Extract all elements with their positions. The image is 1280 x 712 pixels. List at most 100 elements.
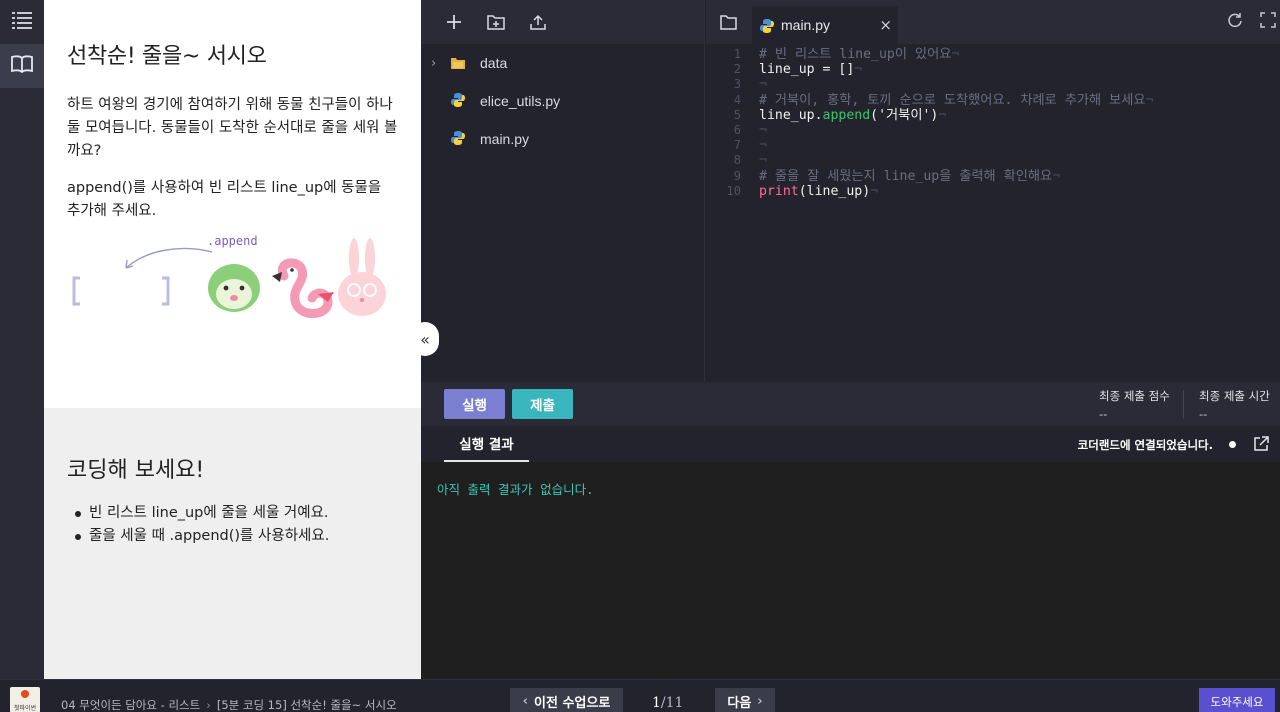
output-text: 아직 출력 결과가 없습니다. [437, 482, 594, 497]
list-icon [12, 11, 32, 33]
line-number: 3 [733, 77, 741, 92]
close-icon[interactable]: × [879, 16, 892, 34]
chevron-right-icon: › [206, 698, 211, 712]
course-logo: 첫파이썬 [10, 687, 40, 712]
file-item-data[interactable]: › data [421, 44, 705, 82]
next-button[interactable]: 다음 › [715, 688, 775, 712]
eol-marker: ¬ [951, 47, 960, 62]
tab-run-result[interactable]: 실행 결과 [444, 426, 529, 462]
outline-button[interactable] [0, 0, 44, 44]
file-explorer: › data elice_utils.py main.py [421, 0, 705, 382]
new-folder-button[interactable] [485, 11, 507, 33]
line-number: 1 [733, 47, 741, 61]
code-line: 3 ¬ [706, 77, 1280, 92]
line-number: 5 [733, 107, 741, 122]
double-chevron-left-icon: « [420, 329, 430, 349]
chevron-right-icon: › [757, 694, 763, 709]
editor-tabbar: main.py × [706, 0, 1280, 44]
last-time-label: 최종 제출 시간 [1199, 389, 1270, 403]
folder-outline-icon [719, 14, 737, 30]
code-text: line_up. [759, 107, 823, 123]
logo-mark-icon [21, 690, 29, 698]
line-number: 2 [733, 62, 741, 77]
python-icon [760, 18, 774, 37]
lesson-content: 선착순! 줄을~ 서시오 하트 여왕의 경기에 참여하기 위해 동물 친구들이 … [44, 0, 421, 408]
page-current: 1 [652, 695, 661, 711]
plus-icon [447, 15, 461, 29]
practice-section: 코딩해 보세요! 빈 리스트 line_up에 줄을 세울 거예요. 줄을 세울… [44, 408, 421, 679]
file-name: data [480, 55, 508, 71]
eol-marker: ¬ [938, 107, 947, 123]
code-area[interactable]: 1 # 빈 리스트 line_up이 있어요¬ 2 line_up = []¬ 3 ¬… [706, 47, 1280, 199]
upload-button[interactable] [527, 11, 549, 33]
collapse-panel-button[interactable]: « [411, 322, 439, 356]
expand-icon [1260, 12, 1276, 28]
eol-marker: ¬ [854, 62, 863, 78]
code-comment: # 빈 리스트 line_up이 있어요 [759, 47, 952, 62]
breadcrumb-lesson[interactable]: [5분 코딩 15] 선착순! 줄을~ 서시오 [217, 698, 397, 712]
line-number: 9 [733, 168, 741, 183]
lesson-illustration: .append [66, 232, 406, 322]
external-link-icon [1254, 436, 1269, 451]
lesson-intro: 하트 여왕의 경기에 참여하기 위해 동물 친구들이 하나둘 모여듭니다. 동물… [67, 97, 398, 159]
code-line: 5 line_up.append('거북이')¬ [706, 108, 1280, 123]
eol-marker: ¬ [1145, 92, 1154, 108]
eol-marker: ¬ [759, 122, 767, 138]
file-name: main.py [480, 131, 530, 147]
page-total: /11 [660, 695, 684, 711]
connection-status: 코더랜드에 연결되었습니다. [1077, 438, 1213, 452]
file-item-main[interactable]: main.py [421, 120, 705, 158]
refresh-icon [1228, 13, 1242, 28]
code-line: 4 # 거북이, 홍학, 토끼 순으로 도착했어요. 차례로 추가해 보세요¬ [706, 93, 1280, 108]
code-line: 1 # 빈 리스트 line_up이 있어요¬ [706, 47, 1280, 62]
submit-button[interactable]: 제출 [512, 389, 573, 419]
chevron-left-icon: ‹ [522, 694, 529, 709]
footer-bar: 첫파이썬 04 무엇이든 담아요 - 리스트 › [5분 코딩 15] 선착순! 줄… [0, 679, 1280, 712]
toggle-explorer-button[interactable] [706, 0, 750, 44]
line-number: 7 [733, 138, 741, 153]
app-root: 선착순! 줄을~ 서시오 하트 여왕의 경기에 참여하기 위해 동물 친구들이 … [0, 0, 1280, 712]
list-item: 빈 리스트 line_up에 줄을 세울 거예요. [67, 502, 399, 525]
code-text: ('거북이') [870, 107, 939, 123]
code-method: append [822, 107, 871, 123]
popout-button[interactable] [1253, 436, 1269, 456]
code-comment: # 줄을 잘 세웠는지 line_up을 출력해 확인해요 [759, 168, 1053, 184]
code-line: 7 ¬ [706, 138, 1280, 153]
eol-marker: ¬ [759, 138, 767, 154]
page-indicator: 1/11 [652, 695, 683, 711]
lesson-panel: 선착순! 줄을~ 서시오 하트 여왕의 경기에 참여하기 위해 동물 친구들이 … [44, 0, 421, 679]
eol-marker: ¬ [870, 183, 879, 199]
new-folder-icon [487, 15, 505, 30]
output-header: 실행 결과 코더랜드에 연결되었습니다. [421, 426, 1280, 462]
breadcrumb-course[interactable]: 04 무엇이든 담아요 - 리스트 [61, 698, 200, 712]
code-text: line_up = [] [759, 62, 855, 78]
lesson-book-button[interactable] [0, 44, 44, 88]
next-label: 다음 [727, 696, 752, 711]
last-score-value: -- [1099, 407, 1108, 421]
run-button[interactable]: 실행 [444, 389, 505, 419]
code-text: (line_up) [798, 183, 871, 199]
code-keyword: print [759, 183, 799, 199]
output-panel: 실행 결과 코더랜드에 연결되었습니다. 아직 출력 결과가 없습니다. [421, 426, 1280, 679]
help-button[interactable]: 도와주세요 [1199, 688, 1275, 712]
chevron-right-icon: › [431, 55, 437, 71]
new-file-button[interactable] [443, 11, 465, 33]
code-line: 10 print(line_up)¬ [706, 184, 1280, 199]
lesson-title: 선착순! 줄을~ 서시오 [67, 44, 267, 69]
code-editor: main.py × 1 # 빈 리스트 line_up이 있어요¬ 2 line_u… [706, 0, 1280, 382]
refresh-button[interactable] [1227, 12, 1243, 32]
python-icon [451, 130, 465, 149]
tab-main-py[interactable]: main.py × [752, 6, 898, 44]
fullscreen-button[interactable] [1260, 12, 1276, 32]
explorer-toolbar [421, 0, 704, 44]
previous-lesson-button[interactable]: ‹ 이전 수업으로 [510, 688, 623, 712]
eol-marker: ¬ [759, 153, 767, 169]
file-item-elice-utils[interactable]: elice_utils.py [421, 82, 705, 120]
list-item: 줄을 세울 때 .append()를 사용하세요. [67, 525, 399, 548]
code-line: 9 # 줄을 잘 세웠는지 line_up을 출력해 확인해요¬ [706, 169, 1280, 184]
line-number: 4 [733, 92, 741, 107]
folder-icon [451, 54, 465, 73]
line-number: 10 [726, 183, 741, 198]
code-comment: # 거북이, 홍학, 토끼 순으로 도착했어요. 차례로 추가해 보세요 [759, 92, 1146, 108]
code-line: 6 ¬ [706, 123, 1280, 138]
